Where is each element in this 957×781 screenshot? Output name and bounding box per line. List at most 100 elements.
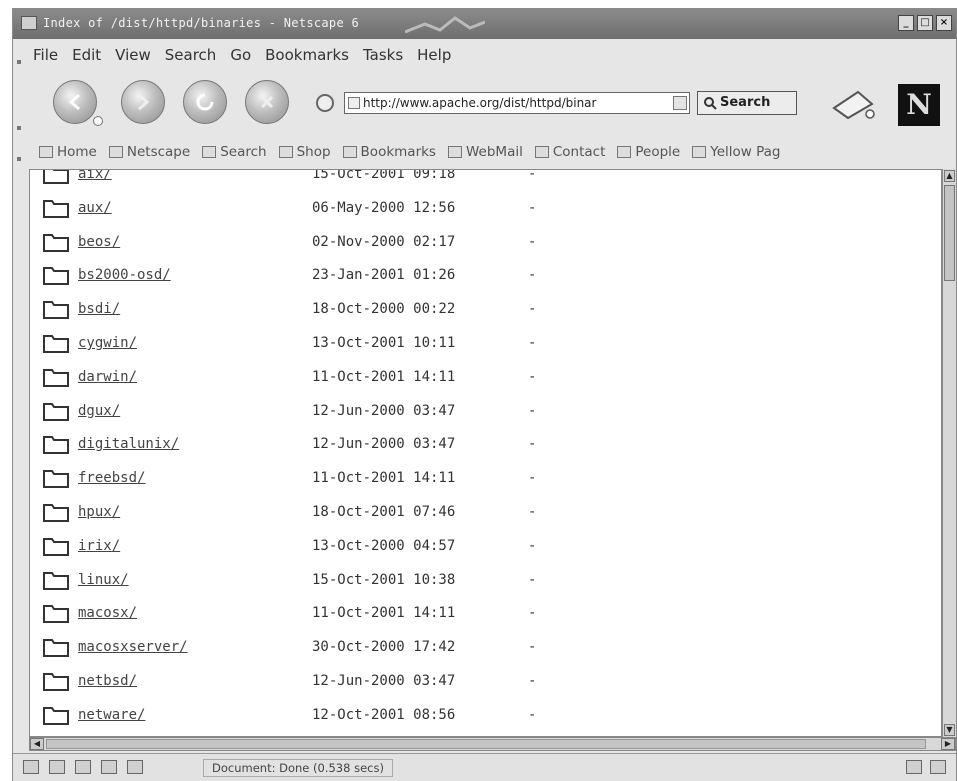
list-item: linux/15-Oct-2001 10:38 -: [30, 566, 630, 600]
reload-button[interactable]: [183, 80, 227, 124]
directory-link[interactable]: macosx/: [78, 605, 137, 621]
size: -: [528, 639, 537, 656]
folder-icon[interactable]: [42, 169, 70, 185]
maximize-button[interactable]: □: [917, 15, 933, 31]
bookmark-webmail[interactable]: WebMail: [447, 144, 523, 160]
stop-button[interactable]: [245, 80, 289, 124]
directory-link[interactable]: freebsd/: [78, 470, 145, 486]
status-text: Document: Done (0.538 secs): [203, 759, 393, 777]
bookmark-people[interactable]: People: [617, 144, 680, 160]
folder-icon[interactable]: [42, 636, 70, 658]
bookmark-contact[interactable]: Contact: [534, 144, 605, 160]
menubar-grip-icon[interactable]: [16, 46, 22, 64]
folder-icon[interactable]: [42, 433, 70, 455]
list-item: netware/12-Oct-2001 08:56 -: [30, 701, 630, 735]
throbber-wave-icon: [405, 16, 485, 34]
directory-link[interactable]: beos/: [78, 234, 120, 250]
folder-icon[interactable]: [42, 569, 70, 591]
window-menu-icon[interactable]: [21, 16, 37, 30]
bookmark-home[interactable]: Home: [39, 144, 97, 160]
folder-icon[interactable]: [42, 535, 70, 557]
menu-file[interactable]: File: [33, 46, 58, 64]
directory-link[interactable]: netbsd/: [78, 673, 137, 689]
bookmarks-menu[interactable]: Bookmarks: [342, 144, 436, 160]
directory-link[interactable]: digitalunix/: [78, 436, 179, 452]
vertical-scrollbar[interactable]: ▲ ▼: [942, 169, 956, 737]
directory-link[interactable]: linux/: [78, 572, 129, 588]
page-proxy-icon[interactable]: [348, 97, 360, 109]
online-status-icon[interactable]: [906, 760, 922, 774]
print-icon[interactable]: [828, 86, 878, 122]
folder-icon[interactable]: [42, 501, 70, 523]
directory-link[interactable]: darwin/: [78, 369, 137, 385]
directory-link[interactable]: aix/: [78, 170, 112, 182]
bookmark-search[interactable]: Search: [202, 144, 267, 160]
folder-icon[interactable]: [42, 670, 70, 692]
close-button[interactable]: ×: [936, 15, 952, 31]
folder-icon[interactable]: [42, 704, 70, 726]
folder-icon[interactable]: [42, 264, 70, 286]
navbar-grip-icon[interactable]: [16, 112, 22, 130]
size: -: [528, 169, 537, 182]
menu-view[interactable]: View: [115, 46, 151, 64]
scroll-left-arrow-icon[interactable]: ◀: [30, 738, 44, 750]
scroll-down-arrow-icon[interactable]: ▼: [944, 724, 955, 736]
url-input[interactable]: http://www.apache.org/dist/httpd/binar: [344, 92, 690, 114]
folder-icon[interactable]: [42, 602, 70, 624]
folder-icon[interactable]: [42, 366, 70, 388]
directory-link[interactable]: hpux/: [78, 504, 120, 520]
mail-icon[interactable]: [49, 760, 65, 774]
personal-toolbar-grip-icon[interactable]: [16, 143, 22, 161]
menu-go[interactable]: Go: [230, 46, 251, 64]
size: -: [528, 504, 537, 520]
location-bookmark-icon[interactable]: [313, 91, 341, 115]
folder-icon[interactable]: [42, 332, 70, 354]
size: -: [528, 470, 537, 487]
page-content[interactable]: aix/15-Oct-2001 09:18- aux/06-May-2000 12…: [29, 169, 942, 737]
directory-link[interactable]: bsdi/: [78, 301, 120, 317]
menu-edit[interactable]: Edit: [72, 46, 101, 64]
title-bar[interactable]: Index of /dist/httpd/binaries - Netscape…: [13, 9, 956, 39]
scroll-right-arrow-icon[interactable]: ▶: [941, 738, 955, 750]
directory-link[interactable]: netware/: [78, 707, 145, 723]
directory-link[interactable]: aux/: [78, 200, 112, 216]
bookmark-shop[interactable]: Shop: [278, 144, 331, 160]
directory-link[interactable]: irix/: [78, 538, 120, 554]
folder-icon[interactable]: [42, 197, 70, 219]
directory-link[interactable]: dgux/: [78, 403, 120, 419]
url-history-dropdown-icon[interactable]: [673, 96, 687, 110]
menu-search[interactable]: Search: [165, 46, 217, 64]
back-button[interactable]: [53, 80, 97, 124]
forward-button[interactable]: [121, 80, 165, 124]
composer-icon[interactable]: [75, 760, 91, 774]
directory-link[interactable]: bs2000-osd/: [78, 267, 171, 283]
folder-icon[interactable]: [42, 231, 70, 253]
navigation-toolbar: http://www.apache.org/dist/httpd/binar S…: [13, 72, 956, 137]
instant-messenger-icon[interactable]: [101, 760, 117, 774]
scroll-up-arrow-icon[interactable]: ▲: [944, 170, 955, 182]
netscape-logo[interactable]: N: [898, 84, 940, 126]
search-button[interactable]: Search: [697, 91, 797, 115]
list-item: darwin/11-Oct-2001 14:11 -: [30, 363, 630, 397]
shop-icon: [278, 146, 293, 158]
folder-icon[interactable]: [42, 298, 70, 320]
bookmark-link-icon: [617, 146, 632, 158]
folder-icon[interactable]: [42, 400, 70, 422]
address-book-icon[interactable]: [127, 760, 143, 774]
minimize-button[interactable]: _: [898, 15, 914, 31]
vertical-scroll-thumb[interactable]: [944, 185, 955, 281]
back-history-dropdown-icon[interactable]: [93, 116, 103, 126]
security-lock-icon[interactable]: [930, 760, 946, 774]
size: -: [528, 436, 537, 453]
directory-link[interactable]: macosxserver/: [78, 639, 188, 655]
horizontal-scrollbar[interactable]: ◀ ▶: [29, 737, 956, 751]
directory-link[interactable]: cygwin/: [78, 335, 137, 351]
menu-tasks[interactable]: Tasks: [363, 46, 403, 64]
horizontal-scroll-thumb[interactable]: [46, 739, 926, 749]
bookmark-netscape[interactable]: Netscape: [108, 144, 190, 160]
bookmark-yellow-pages[interactable]: Yellow Pag: [692, 144, 780, 160]
menu-help[interactable]: Help: [417, 46, 451, 64]
folder-icon[interactable]: [42, 467, 70, 489]
menu-bookmarks[interactable]: Bookmarks: [265, 46, 349, 64]
navigator-icon[interactable]: [23, 760, 39, 774]
